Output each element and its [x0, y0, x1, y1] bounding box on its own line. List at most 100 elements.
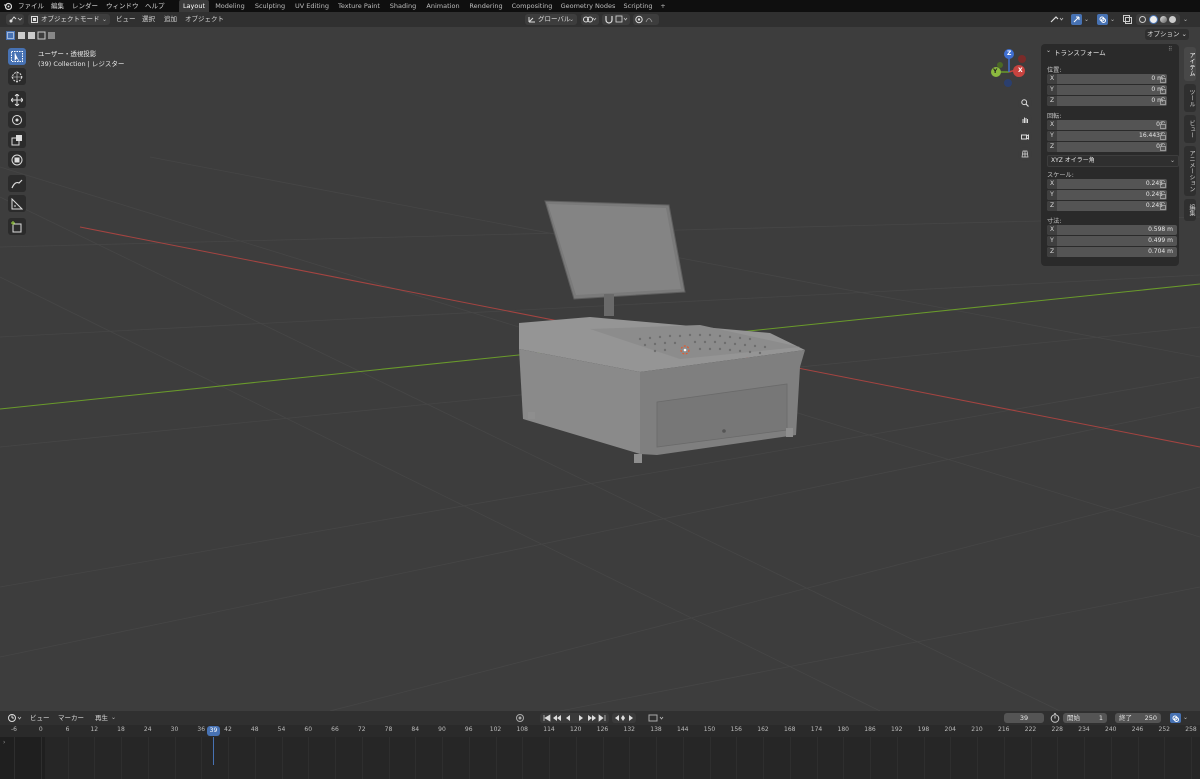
chevron-right-icon[interactable]: › — [3, 739, 5, 746]
dimensions-y-field[interactable]: Y 0.499 m — [1047, 236, 1177, 246]
chevron-down-icon[interactable]: ⌄ — [1183, 16, 1188, 23]
pivot-point-selector[interactable] — [581, 14, 599, 25]
lock-icon[interactable] — [1160, 121, 1166, 129]
pan-button[interactable] — [1018, 113, 1032, 127]
xray-toggle-icon[interactable] — [1123, 15, 1132, 24]
rendered-shading-icon[interactable] — [1169, 16, 1176, 23]
dimensions-x-field[interactable]: X 0.598 m — [1047, 225, 1177, 235]
playhead-frame-indicator[interactable]: 39 — [207, 726, 220, 736]
add-workspace-button[interactable]: + — [658, 0, 668, 12]
camera-view-button[interactable] — [1018, 130, 1032, 144]
zoom-button[interactable] — [1018, 96, 1032, 110]
visibility-selectability-icon[interactable] — [1050, 15, 1064, 24]
tab-item[interactable]: アイテム — [1184, 47, 1196, 81]
timeline-menu-playback[interactable]: 再生 — [95, 711, 108, 725]
wireframe-shading-icon[interactable] — [1139, 16, 1146, 23]
menu-add[interactable]: 追加 — [164, 12, 177, 27]
tab-animation[interactable]: アニメーション — [1184, 146, 1196, 196]
start-frame-field[interactable]: 開始 1 — [1063, 713, 1107, 723]
lock-icon[interactable] — [1160, 202, 1166, 210]
chevron-down-icon[interactable]: ⌄ — [1084, 16, 1089, 23]
overlays-toggle-button[interactable] — [1097, 14, 1108, 25]
menu-help[interactable]: ヘルプ — [145, 0, 165, 12]
material-preview-icon[interactable] — [1160, 16, 1167, 23]
mode-selector[interactable]: オブジェクトモード ⌄ — [28, 14, 110, 25]
panel-title[interactable]: トランスフォーム — [1054, 47, 1106, 57]
options-button[interactable]: オプション ⌄ — [1145, 29, 1189, 40]
lock-icon[interactable] — [1160, 132, 1166, 140]
menu-window[interactable]: ウィンドウ — [106, 0, 139, 12]
proportional-editing-group[interactable] — [633, 14, 659, 25]
shading-mode-group[interactable] — [1136, 14, 1180, 25]
scale-x-field[interactable]: X 0.245 — [1047, 179, 1167, 189]
rotation-mode-dropdown[interactable]: XYZ オイラー角 ⌄ — [1047, 155, 1179, 167]
stopwatch-icon[interactable] — [1050, 713, 1060, 723]
tab-sculpting[interactable]: Sculpting — [252, 0, 288, 12]
tab-animation[interactable]: Animation — [423, 0, 463, 12]
tab-rendering[interactable]: Rendering — [466, 0, 506, 12]
tab-tool[interactable]: ツール — [1184, 84, 1196, 112]
tab-edit[interactable]: 編集 — [1184, 199, 1196, 221]
menu-file[interactable]: ファイル — [18, 0, 44, 12]
drag-handle-icon[interactable]: ⠿ — [1168, 46, 1172, 53]
current-frame-field[interactable]: 39 — [1004, 713, 1044, 723]
transform-tool[interactable] — [8, 151, 26, 168]
timeline-keyframe-area[interactable]: › — [0, 737, 1200, 779]
lock-icon[interactable] — [1160, 143, 1166, 151]
scale-y-field[interactable]: Y 0.245 — [1047, 190, 1167, 200]
chevron-down-icon[interactable]: ⌄ — [1183, 714, 1188, 721]
menu-view[interactable]: ビュー — [116, 12, 136, 27]
timeline-menu-view[interactable]: ビュー — [30, 711, 50, 725]
rotate-tool[interactable] — [8, 111, 26, 128]
keying-set-icon[interactable] — [648, 714, 666, 722]
annotate-tool[interactable] — [8, 175, 26, 192]
perspective-toggle-button[interactable] — [1018, 147, 1032, 161]
lock-icon[interactable] — [1160, 191, 1166, 199]
keyframe-jump-controls[interactable] — [612, 713, 636, 723]
timeline-editor-icon[interactable] — [8, 713, 24, 723]
select-box-tool[interactable] — [8, 48, 26, 65]
lock-icon[interactable] — [1160, 97, 1166, 105]
timeline-menu-marker[interactable]: マーカー — [58, 711, 84, 725]
chevron-down-icon[interactable]: ⌄ — [1046, 47, 1051, 54]
tab-geometry-nodes[interactable]: Geometry Nodes — [559, 0, 617, 12]
transform-orientation-selector[interactable]: グローバル ⌄ — [525, 14, 577, 25]
cursor-tool[interactable] — [8, 68, 26, 85]
tab-modeling[interactable]: Modeling — [212, 0, 248, 12]
blender-logo-icon[interactable] — [4, 2, 13, 11]
add-cube-tool[interactable] — [8, 218, 26, 235]
solid-shading-icon[interactable] — [1149, 15, 1158, 24]
scale-tool[interactable] — [8, 131, 26, 148]
location-y-field[interactable]: Y0 m — [1047, 85, 1167, 95]
register-model[interactable] — [519, 200, 805, 463]
tab-view[interactable]: ビュー — [1184, 115, 1196, 143]
tab-compositing[interactable]: Compositing — [509, 0, 555, 12]
menu-render[interactable]: レンダー — [72, 0, 98, 12]
3d-viewport[interactable]: X Y Z ユーザー・透視投影 (39) Collection | レジスター — [0, 27, 1200, 711]
tab-shading[interactable]: Shading — [386, 0, 420, 12]
lock-icon[interactable] — [1160, 75, 1166, 83]
editor-type-button[interactable] — [6, 14, 24, 25]
dimensions-z-field[interactable]: Z 0.704 m — [1047, 247, 1177, 257]
tab-layout[interactable]: Layout — [179, 0, 209, 12]
rotation-x-field[interactable]: X 0° — [1047, 120, 1167, 130]
chevron-down-icon[interactable]: ⌄ — [1110, 16, 1115, 23]
location-x-field[interactable]: X0 m — [1047, 74, 1167, 84]
selection-mode-group[interactable] — [6, 31, 60, 40]
rotation-y-field[interactable]: Y 16.443° — [1047, 131, 1167, 141]
snapping-group[interactable] — [602, 14, 630, 25]
timeline-ruler[interactable]: -6 0 6 12 18 24 30 36 42 48 54 60 66 72 78 84 90 96 102 108… — [0, 725, 1200, 737]
menu-edit[interactable]: 編集 — [51, 0, 64, 12]
measure-tool[interactable] — [8, 195, 26, 212]
chevron-down-icon[interactable]: ⌄ — [111, 714, 116, 721]
tab-scripting[interactable]: Scripting — [620, 0, 656, 12]
location-z-field[interactable]: Z0 m — [1047, 96, 1167, 106]
menu-select[interactable]: 選択 — [142, 12, 155, 27]
overlays-toggle-button[interactable] — [1170, 713, 1181, 723]
rotation-z-field[interactable]: Z 0° — [1047, 142, 1167, 152]
move-tool[interactable] — [8, 91, 26, 108]
record-button[interactable] — [515, 714, 525, 722]
end-frame-field[interactable]: 終了 250 — [1115, 713, 1161, 723]
lock-icon[interactable] — [1160, 180, 1166, 188]
tab-uv-editing[interactable]: UV Editing — [292, 0, 332, 12]
